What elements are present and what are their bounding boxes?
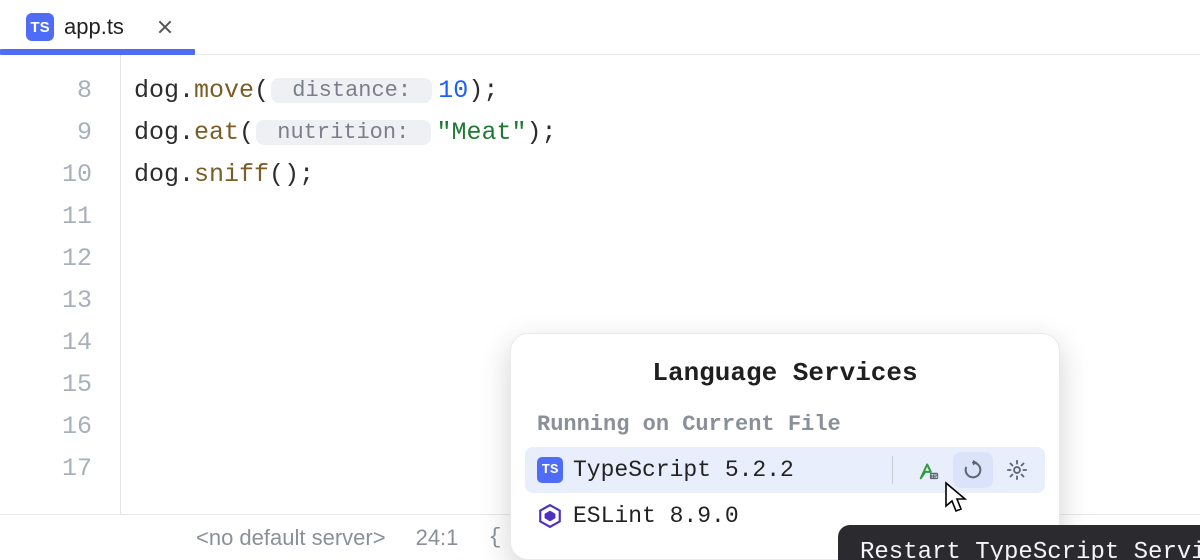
code-line[interactable]	[134, 237, 1200, 279]
line-number: 15	[0, 363, 120, 405]
line-number: 9	[0, 111, 120, 153]
typescript-icon: TS	[26, 13, 54, 41]
close-icon[interactable]	[158, 20, 172, 34]
tab-bar: TS app.ts	[0, 0, 1200, 55]
code-line[interactable]: dog.move( distance: 10);	[134, 69, 1200, 111]
editor[interactable]: 891011121314151617 dog.move( distance: 1…	[0, 55, 1200, 514]
code-line[interactable]	[134, 279, 1200, 321]
line-number: 11	[0, 195, 120, 237]
status-caret-position[interactable]: 24:1	[416, 525, 459, 551]
line-number: 12	[0, 237, 120, 279]
popup-section-label: Running on Current File	[525, 412, 1045, 447]
popup-title: Language Services	[525, 358, 1045, 388]
inlay-hint: nutrition:	[256, 120, 430, 145]
line-number: 14	[0, 321, 120, 363]
gutter-border	[120, 55, 121, 514]
code-line[interactable]: dog.sniff();	[134, 153, 1200, 195]
line-number: 8	[0, 69, 120, 111]
tooltip-restart-typescript: Restart TypeScript Service	[838, 525, 1200, 560]
status-server[interactable]: <no default server>	[196, 525, 386, 551]
gear-icon[interactable]	[997, 452, 1037, 488]
line-number: 13	[0, 279, 120, 321]
line-number: 17	[0, 447, 120, 489]
line-number: 10	[0, 153, 120, 195]
compile-icon[interactable]: TS	[909, 452, 949, 488]
eslint-icon	[537, 503, 563, 529]
svg-text:TS: TS	[931, 474, 938, 480]
typescript-icon: TS	[537, 457, 563, 483]
tab-app-ts[interactable]: TS app.ts	[12, 0, 186, 54]
restart-icon[interactable]	[953, 452, 993, 488]
line-number: 16	[0, 405, 120, 447]
gutter: 891011121314151617	[0, 55, 120, 514]
tab-filename: app.ts	[64, 14, 124, 40]
code-line[interactable]	[134, 195, 1200, 237]
service-label: TypeScript 5.2.2	[573, 457, 876, 483]
code-line[interactable]: dog.eat( nutrition: "Meat");	[134, 111, 1200, 153]
language-service-row-typescript[interactable]: TS TypeScript 5.2.2 TS	[525, 447, 1045, 493]
separator	[892, 456, 893, 484]
inlay-hint: distance:	[271, 78, 432, 103]
